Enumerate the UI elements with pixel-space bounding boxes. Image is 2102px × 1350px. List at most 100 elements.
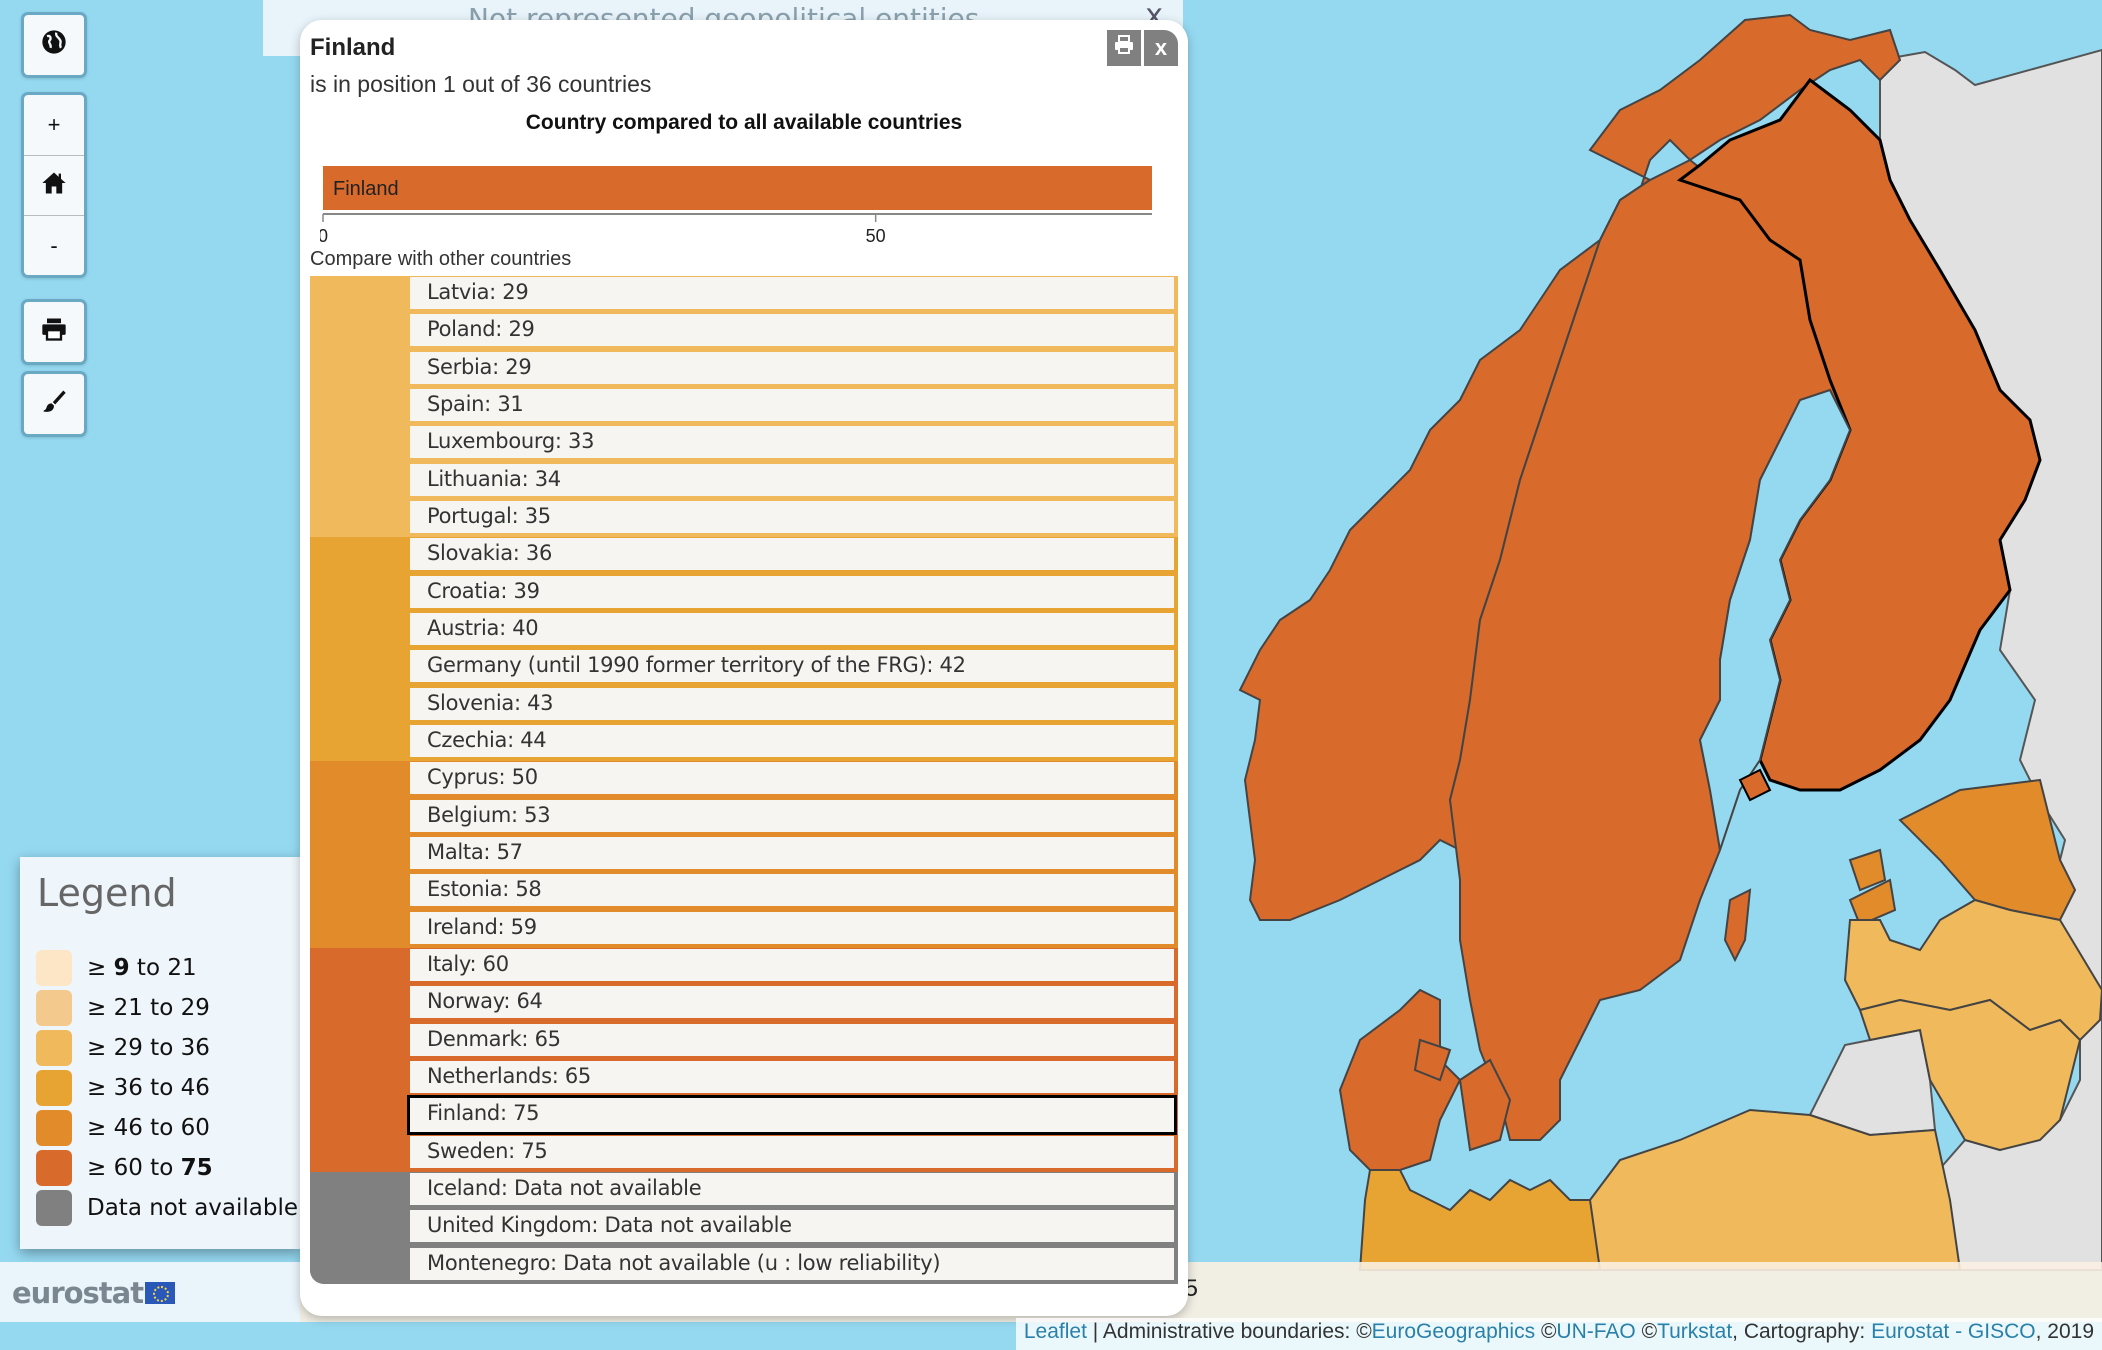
legend-item[interactable]: ≥ 9 to 21 (36, 950, 197, 986)
legend-label-part: to (129, 955, 168, 981)
popup-subtitle: is in position 1 out of 36 countries (310, 71, 652, 97)
compare-item[interactable]: Spain: 31 (410, 388, 1178, 425)
compare-item[interactable]: Cyprus: 50 (410, 761, 1178, 798)
compare-item-label: Iceland: Data not available (410, 1173, 1174, 1205)
class-band (310, 388, 410, 426)
class-band (310, 798, 410, 836)
style-button[interactable] (24, 374, 84, 434)
legend-item[interactable]: ≥ 46 to 60 (36, 1110, 210, 1146)
compare-item[interactable]: Slovakia: 36 (410, 537, 1178, 574)
compare-item-selected[interactable]: Finland: 75 (407, 1095, 1178, 1136)
compare-row: Serbia: 29 (310, 350, 1178, 388)
compare-item-label: Italy: 60 (410, 949, 1174, 981)
compare-item[interactable]: United Kingdom: Data not available (410, 1209, 1178, 1246)
compare-item[interactable]: Montenegro: Data not available (u : low … (410, 1247, 1178, 1284)
legend-swatch (36, 1150, 72, 1186)
legend-label-part: to (142, 1115, 181, 1141)
legend-label-part: 36 (113, 1075, 143, 1101)
eu-flag-icon (145, 1282, 176, 1304)
legend-item[interactable]: ≥ 60 to 75 (36, 1150, 213, 1186)
class-band (310, 724, 410, 762)
compare-row: Poland: 29 (310, 313, 1178, 351)
compare-item[interactable]: Italy: 60 (410, 948, 1178, 985)
legend-swatch (36, 1110, 72, 1146)
compare-item[interactable]: Iceland: Data not available (410, 1172, 1178, 1209)
print-icon (40, 315, 68, 349)
compare-row: Croatia: 39 (310, 574, 1178, 612)
class-band (310, 1022, 410, 1060)
bar-finland[interactable] (323, 166, 1152, 210)
legend-label-part: 29 (180, 995, 210, 1021)
legend-item[interactable]: ≥ 21 to 29 (36, 990, 210, 1026)
eurostat-logo[interactable]: eurostat (12, 1276, 176, 1310)
compare-item[interactable]: Luxembourg: 33 (410, 425, 1178, 462)
compare-item-label: Czechia: 44 (410, 725, 1174, 757)
legend-item[interactable]: ≥ 36 to 46 (36, 1070, 210, 1106)
legend-label-part: 36 (180, 1035, 210, 1061)
eurogeographics-link[interactable]: EuroGeographics (1372, 1320, 1535, 1343)
popup-title: Finland (310, 34, 396, 61)
compare-row: Finland: 75 (310, 1095, 1178, 1136)
unfao-link[interactable]: UN-FAO (1556, 1320, 1635, 1343)
class-band (310, 1209, 410, 1247)
class-band (310, 873, 410, 911)
legend-label: Data not available (87, 1195, 298, 1221)
bar-label: Finland (333, 178, 399, 200)
class-band (310, 500, 410, 538)
class-band (310, 985, 410, 1023)
compare-item[interactable]: Portugal: 35 (410, 500, 1178, 537)
compare-item[interactable]: Poland: 29 (410, 313, 1178, 350)
compare-item-label: Austria: 40 (410, 613, 1174, 645)
compare-row: Slovenia: 43 (310, 686, 1178, 724)
legend-label-part: 9 (113, 955, 130, 981)
compare-item[interactable]: Serbia: 29 (410, 351, 1178, 388)
popup-close-button[interactable]: x (1144, 30, 1178, 66)
compare-item[interactable]: Latvia: 29 (410, 276, 1178, 313)
compare-item[interactable]: Denmark: 65 (410, 1023, 1178, 1060)
globe-button[interactable] (24, 15, 84, 75)
eurostat-gisco-link[interactable]: Eurostat - GISCO (1871, 1320, 2036, 1343)
compare-item[interactable]: Estonia: 58 (410, 873, 1178, 910)
legend-label: ≥ 36 to 46 (87, 1075, 210, 1101)
class-band (310, 836, 410, 874)
compare-item-label: Norway: 64 (410, 986, 1174, 1019)
compare-item[interactable]: Lithuania: 34 (410, 463, 1178, 500)
compare-item-label: Netherlands: 65 (410, 1061, 1174, 1093)
zoom-in-button[interactable]: + (24, 95, 84, 155)
compare-item-label: Luxembourg: 33 (410, 426, 1174, 459)
compare-item[interactable]: Ireland: 59 (410, 911, 1178, 948)
compare-item[interactable]: Croatia: 39 (410, 575, 1178, 612)
leaflet-link[interactable]: Leaflet (1024, 1320, 1087, 1343)
legend-item[interactable]: Data not available (36, 1190, 298, 1226)
home-button[interactable] (24, 155, 84, 215)
legend-item[interactable]: ≥ 29 to 36 (36, 1030, 210, 1066)
compare-item[interactable]: Slovenia: 43 (410, 687, 1178, 724)
compare-item[interactable]: Malta: 57 (410, 836, 1178, 873)
zoom-controls: + - (21, 92, 87, 278)
compare-item[interactable]: Netherlands: 65 (410, 1060, 1178, 1097)
legend-label-part: 60 (180, 1115, 210, 1141)
attribution-copy: © (1635, 1320, 1658, 1343)
globe-control[interactable] (21, 12, 87, 78)
turkstat-link[interactable]: Turkstat (1657, 1320, 1732, 1343)
compare-item[interactable]: Belgium: 53 (410, 799, 1178, 836)
compare-item[interactable]: Sweden: 75 (410, 1135, 1178, 1172)
class-band (310, 612, 410, 650)
compare-row: Malta: 57 (310, 836, 1178, 874)
compare-item[interactable]: Czechia: 44 (410, 724, 1178, 761)
class-band (310, 761, 410, 799)
compare-item[interactable]: Norway: 64 (410, 985, 1178, 1022)
legend-label-part: 21 (167, 955, 197, 981)
class-band (310, 537, 410, 575)
compare-item-label: Poland: 29 (410, 314, 1174, 347)
compare-item[interactable]: Germany (until 1990 former territory of … (410, 649, 1178, 686)
print-button[interactable] (24, 302, 84, 362)
zoom-out-button[interactable]: - (24, 215, 84, 275)
popup-print-button[interactable] (1107, 30, 1141, 66)
class-band (310, 1097, 410, 1135)
compare-item-label: Denmark: 65 (410, 1023, 1174, 1056)
compare-item[interactable]: Austria: 40 (410, 612, 1178, 649)
class-band (310, 1134, 410, 1172)
legend-label-part: ≥ (87, 1115, 114, 1141)
class-band (310, 1060, 410, 1098)
